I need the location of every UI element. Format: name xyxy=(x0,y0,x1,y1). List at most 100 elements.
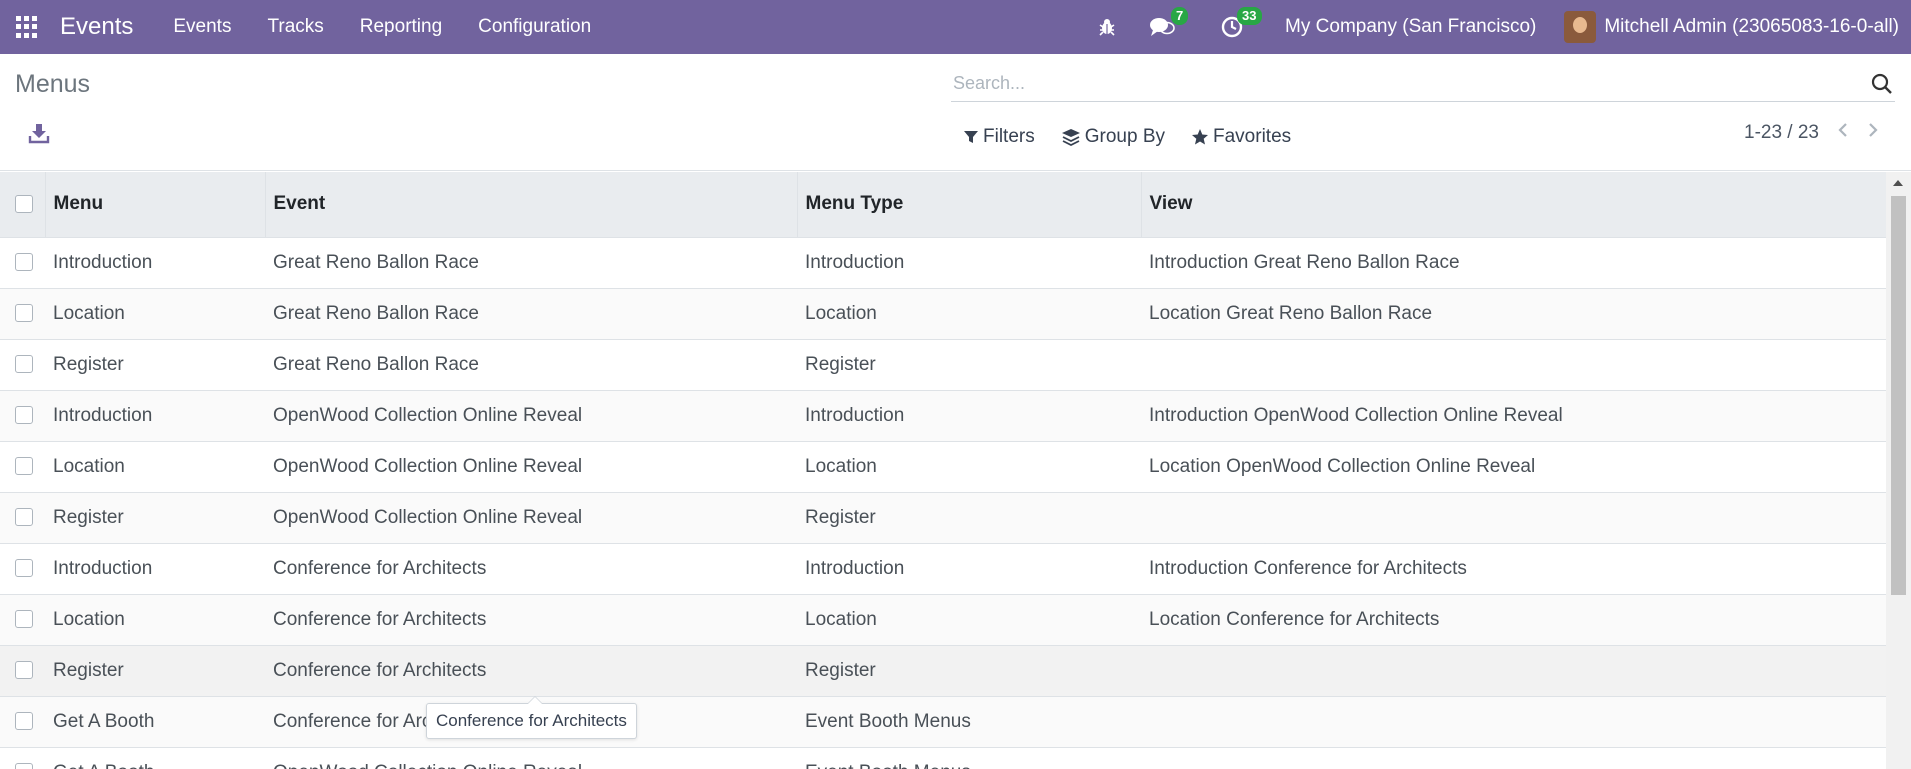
control-panel: Menus Filters Group By Favorites 1-23 / … xyxy=(0,54,1911,171)
table-row[interactable]: Location Conference for Architects Locatio… xyxy=(0,594,1886,646)
row-checkbox[interactable] xyxy=(15,508,33,527)
column-header-event[interactable]: Event xyxy=(265,172,798,238)
cell-menu-type: Event Booth Menus xyxy=(797,696,1141,748)
cell-view: Introduction Conference for Architects xyxy=(1141,543,1886,595)
select-all-checkbox[interactable] xyxy=(15,195,33,214)
activities-count-badge: 33 xyxy=(1237,7,1262,25)
cell-menu: Location xyxy=(45,441,265,493)
scroll-up-icon[interactable] xyxy=(1893,180,1903,186)
app-brand[interactable]: Events xyxy=(60,13,133,41)
filters-label: Filters xyxy=(983,126,1035,147)
table-row[interactable]: Register OpenWood Collection Online Revea… xyxy=(0,492,1886,544)
cell-menu: Location xyxy=(45,288,265,340)
cell-event: Conference for Architects xyxy=(265,594,797,646)
row-checkbox[interactable] xyxy=(15,610,33,629)
row-select-cell xyxy=(0,441,45,493)
row-checkbox[interactable] xyxy=(15,355,33,374)
cell-view: Introduction OpenWood Collection Online … xyxy=(1141,390,1886,442)
filters-button[interactable]: Filters xyxy=(963,126,1035,148)
user-menu[interactable]: Mitchell Admin (23065083-16-0-all) xyxy=(1604,16,1899,38)
pager-value[interactable]: 1-23 / 23 xyxy=(1744,122,1819,144)
favorites-button[interactable]: Favorites xyxy=(1191,126,1291,148)
cell-menu: Introduction xyxy=(45,543,265,595)
cell-event: OpenWood Collection Online Reveal xyxy=(265,441,797,493)
table-row[interactable]: Location OpenWood Collection Online Revea… xyxy=(0,441,1886,493)
table-row[interactable]: Introduction Conference for Architects Int… xyxy=(0,543,1886,595)
cell-menu-type: Register xyxy=(797,339,1141,391)
search-options: Filters Group By Favorites xyxy=(963,126,1317,148)
group-by-button[interactable]: Group By xyxy=(1061,126,1165,148)
column-header-menu[interactable]: Menu xyxy=(45,172,266,238)
messages-count-badge: 7 xyxy=(1171,7,1189,25)
pager: 1-23 / 23 xyxy=(1744,122,1879,144)
table-row[interactable]: Introduction OpenWood Collection Online R… xyxy=(0,390,1886,442)
cell-view xyxy=(1141,339,1886,391)
download-icon[interactable] xyxy=(28,122,50,149)
menu-events[interactable]: Events xyxy=(155,0,249,54)
row-checkbox[interactable] xyxy=(15,712,33,731)
chat-icon[interactable]: 7 xyxy=(1149,7,1189,38)
table-row[interactable]: Register Conference for Architects Registe… xyxy=(0,645,1886,697)
cell-event: Conference for Architects xyxy=(265,645,797,697)
favorites-label: Favorites xyxy=(1213,126,1292,147)
table-row[interactable]: Register Great Reno Ballon Race Register xyxy=(0,339,1886,391)
bug-icon[interactable] xyxy=(1097,17,1117,37)
chevron-left-icon[interactable] xyxy=(1837,122,1849,144)
select-all-cell xyxy=(0,172,46,238)
cell-menu-type: Location xyxy=(797,441,1141,493)
scroll-thumb[interactable] xyxy=(1891,196,1906,595)
cell-menu-type: Location xyxy=(797,594,1141,646)
grid-icon[interactable] xyxy=(16,16,38,38)
row-checkbox[interactable] xyxy=(15,559,33,578)
cell-view: Location OpenWood Collection Online Reve… xyxy=(1141,441,1886,493)
cell-view: Location Conference for Architects xyxy=(1141,594,1886,646)
row-checkbox[interactable] xyxy=(15,406,33,425)
cell-menu: Get A Booth xyxy=(45,747,265,769)
company-switcher[interactable]: My Company (San Francisco) xyxy=(1285,16,1536,38)
cell-event: OpenWood Collection Online Reveal xyxy=(265,390,797,442)
column-header-view[interactable]: View xyxy=(1141,172,1886,238)
column-header-menu-type[interactable]: Menu Type xyxy=(797,172,1142,238)
table-row[interactable]: Get A Booth Conference for Architects Even… xyxy=(0,696,1886,748)
table-header: Menu Event Menu Type View xyxy=(0,172,1886,238)
menu-tracks[interactable]: Tracks xyxy=(249,0,341,54)
row-checkbox[interactable] xyxy=(15,763,33,769)
menu-reporting[interactable]: Reporting xyxy=(342,0,460,54)
cell-menu-type: Introduction xyxy=(797,390,1141,442)
table-row[interactable]: Get A BoothOpenWood Collection Online Re… xyxy=(0,747,1886,769)
vertical-scrollbar[interactable] xyxy=(1886,172,1911,769)
menu-configuration[interactable]: Configuration xyxy=(460,0,609,54)
row-checkbox[interactable] xyxy=(15,304,33,323)
cell-menu: Register xyxy=(45,645,265,697)
row-select-cell xyxy=(0,594,45,646)
cell-event: OpenWood Collection Online Reveal xyxy=(265,747,797,769)
page-title: Menus xyxy=(15,70,91,98)
table-row[interactable]: Introduction Great Reno Ballon Race Introd… xyxy=(0,237,1886,289)
layers-icon xyxy=(1061,129,1080,146)
cell-event: Conference for Architects xyxy=(265,543,797,595)
cell-menu: Introduction xyxy=(45,237,265,289)
row-select-cell xyxy=(0,492,45,544)
row-select-cell xyxy=(0,747,45,769)
list-view: Menu Event Menu Type View Introduction Gr… xyxy=(0,172,1886,769)
row-checkbox[interactable] xyxy=(15,661,33,680)
clock-icon[interactable]: 33 xyxy=(1221,7,1262,38)
row-select-cell xyxy=(0,390,45,442)
cell-menu-type: Introduction xyxy=(797,237,1141,289)
row-select-cell xyxy=(0,696,45,748)
cell-menu: Register xyxy=(45,492,265,544)
cell-menu-type: Register xyxy=(797,492,1141,544)
cell-event: Great Reno Ballon Race xyxy=(265,288,797,340)
row-select-cell xyxy=(0,645,45,697)
search-input[interactable] xyxy=(951,66,1831,100)
search-bar xyxy=(951,66,1895,102)
cell-menu-type: Event Booth Menus xyxy=(797,747,1141,769)
cell-menu-type: Location xyxy=(797,288,1141,340)
row-checkbox[interactable] xyxy=(15,457,33,476)
table-row[interactable]: Location Great Reno Ballon Race Location Lo… xyxy=(0,288,1886,340)
row-checkbox[interactable] xyxy=(15,253,33,272)
avatar[interactable] xyxy=(1564,11,1597,43)
cell-menu-type: Introduction xyxy=(797,543,1141,595)
chevron-right-icon[interactable] xyxy=(1867,122,1879,144)
search-icon[interactable] xyxy=(1871,73,1893,100)
